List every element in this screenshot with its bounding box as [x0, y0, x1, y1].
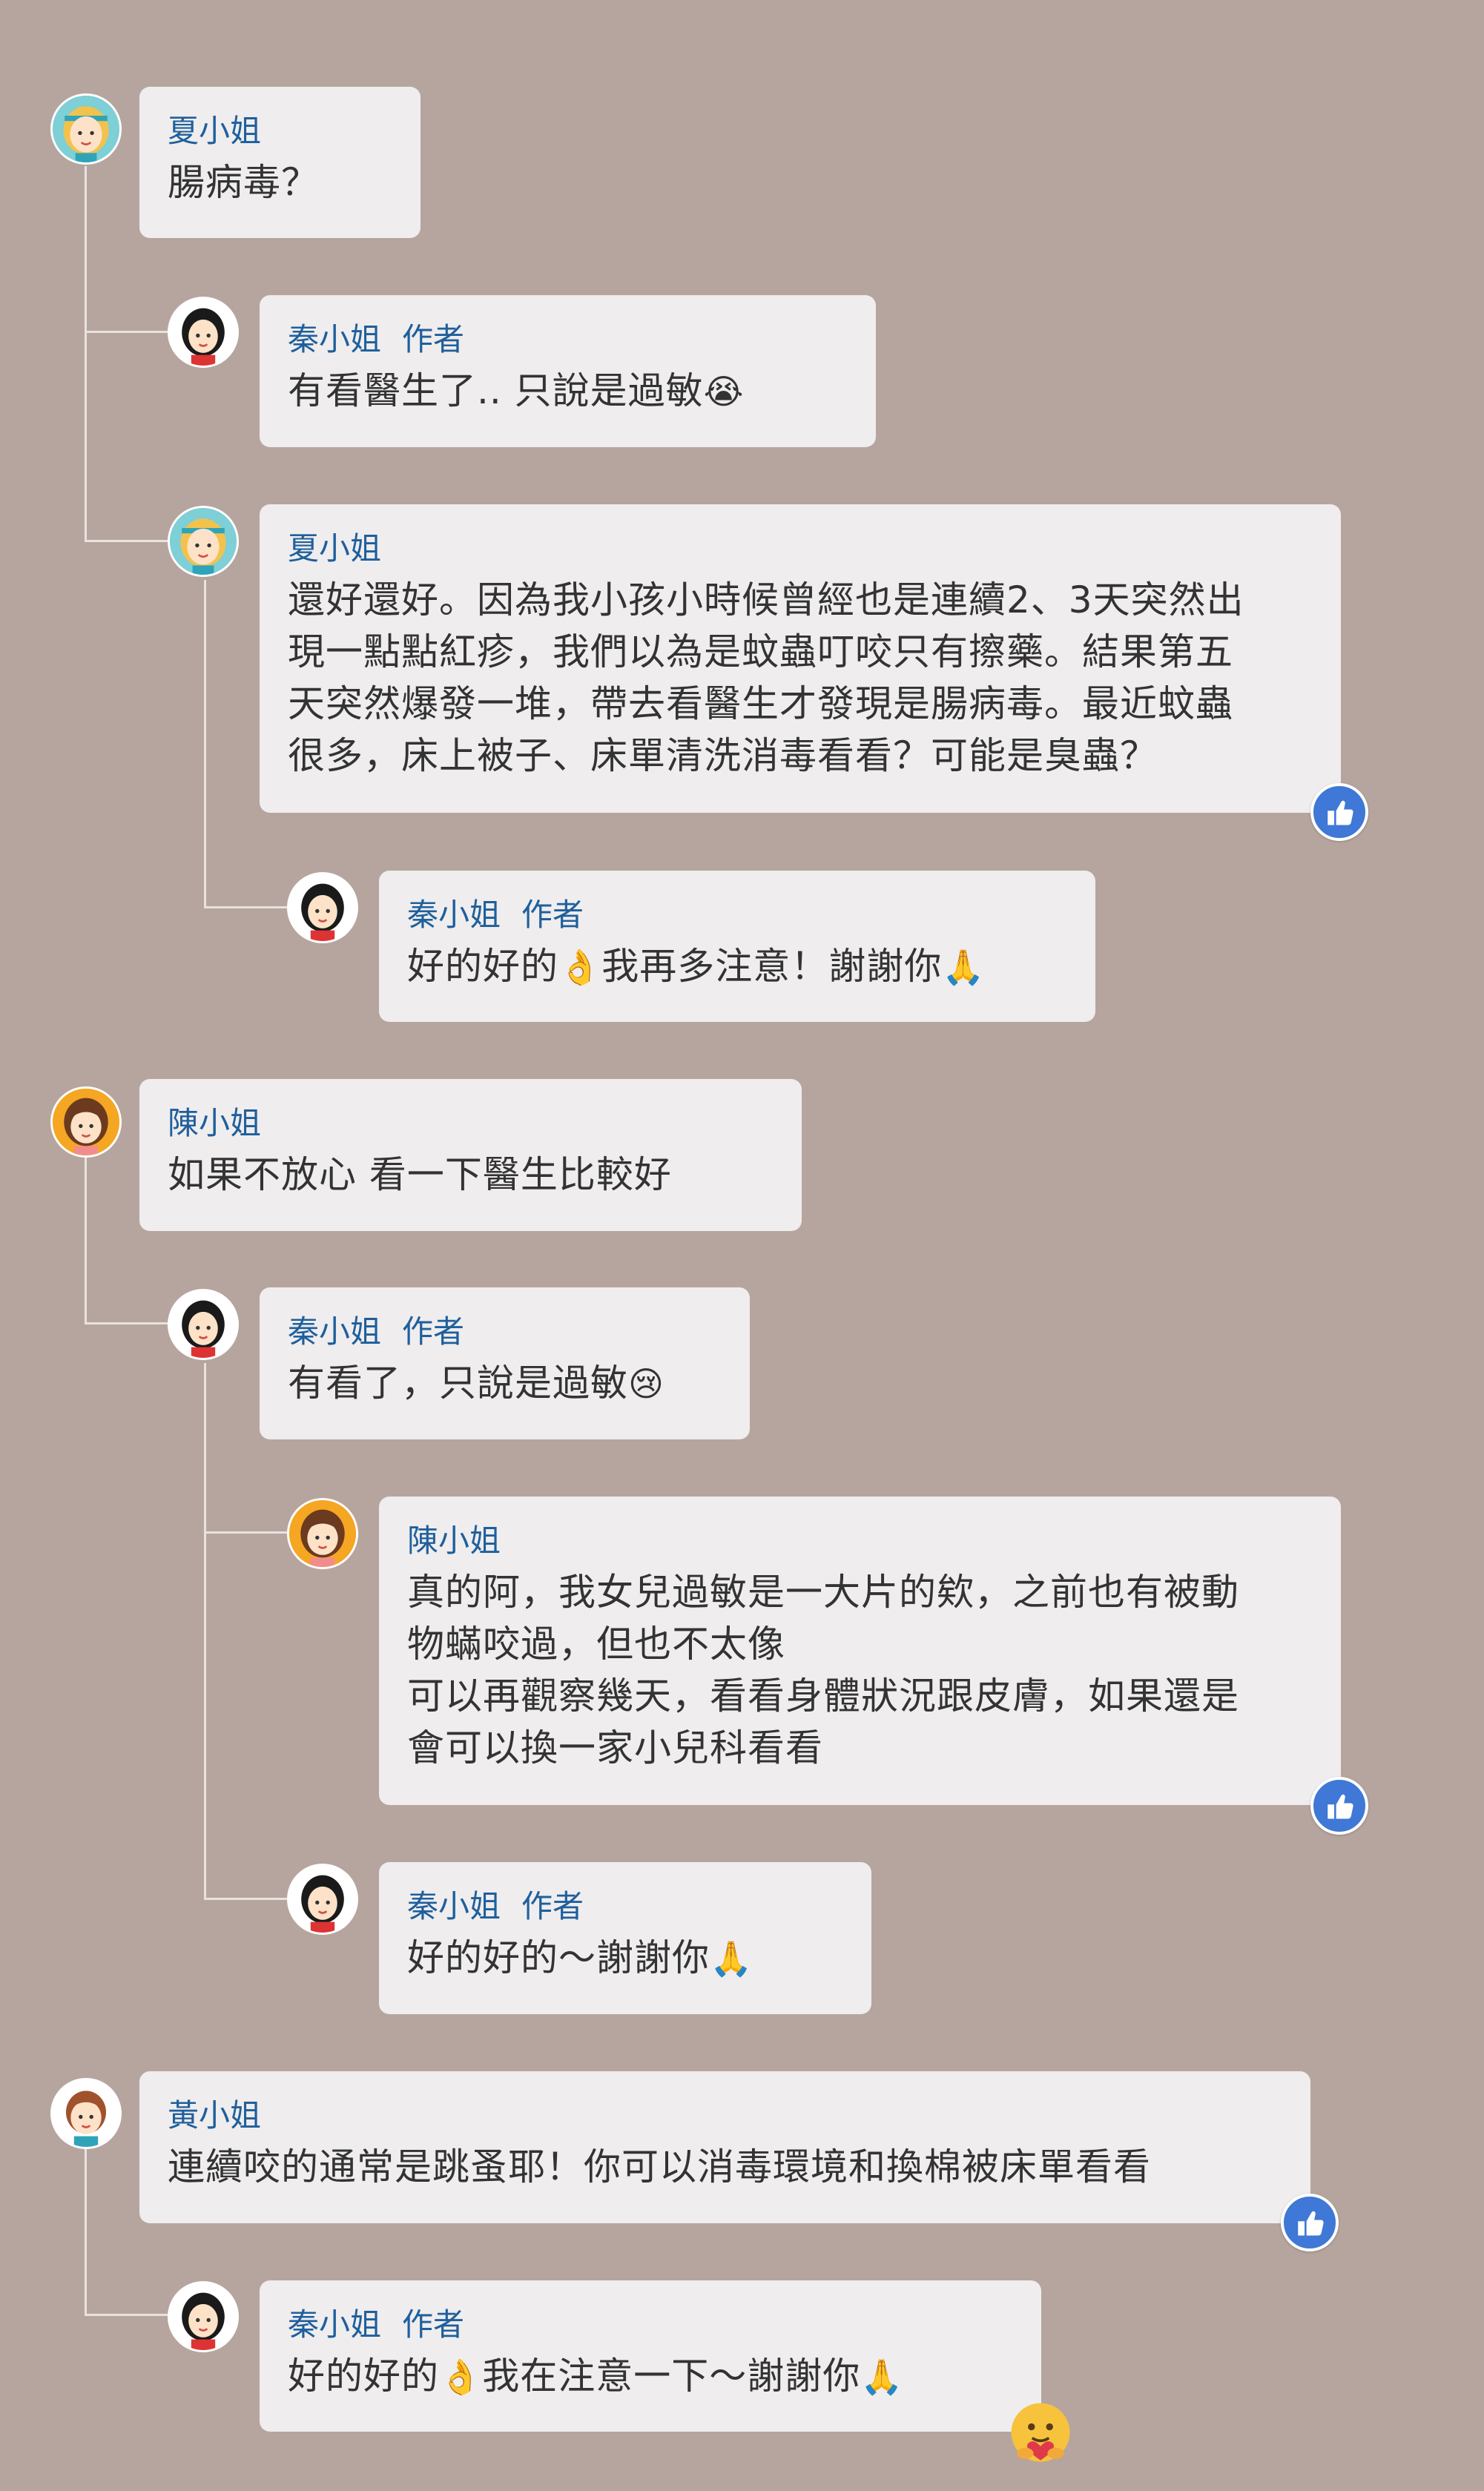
thread-line	[85, 331, 168, 333]
avatar-brown-orange[interactable]	[287, 1498, 358, 1569]
comment-text: 連續咬的通常是跳蚤耶！你可以消毒環境和換棉被床單看看	[168, 2145, 1151, 2188]
comment-text: 真的阿，我女兒過敏是一大片的欸，之前也有被動 物蟎咬過，但也不太像 可以再觀察幾…	[407, 1571, 1239, 1769]
thread-line	[204, 580, 206, 908]
crying-face-icon: 😢	[628, 1364, 664, 1404]
comment-author-name[interactable]: 黃小姐	[168, 2097, 261, 2134]
avatar-black-hair[interactable]	[287, 1864, 358, 1935]
thread-line	[85, 2149, 87, 2316]
like-reaction-icon[interactable]	[1310, 783, 1368, 841]
comment-author-name[interactable]: 陳小姐	[407, 1522, 501, 1559]
comment-text: 有看醫生了.. 只說是過敏	[288, 369, 704, 412]
comment-text: 好的好的～謝謝你	[407, 1936, 710, 1979]
folded-hands-icon: 🙏	[710, 1939, 753, 1979]
comment-bubble: 秦小姐 作者 有看了，只說是過敏😢	[260, 1287, 750, 1439]
comment-text: 還好還好。因為我小孩小時候曾經也是連續2、3天突然出 現一點點紅疹，我們以為是蚊…	[288, 578, 1244, 777]
loudly-crying-face-icon: 😭	[703, 372, 745, 412]
thread-line	[85, 1322, 168, 1324]
ok-hand-icon: 👌	[558, 947, 602, 987]
author-tag: 作者	[402, 321, 465, 357]
comment-text: 腸病毒？	[168, 161, 319, 204]
avatar-black-hair[interactable]	[287, 872, 358, 943]
like-reaction-icon[interactable]	[1310, 1777, 1368, 1835]
comment-text-continued: 我在注意一下～謝謝你	[482, 2355, 861, 2398]
comment-author-name[interactable]: 秦小姐	[407, 1888, 501, 1924]
comment-bubble: 黃小姐 連續咬的通常是跳蚤耶！你可以消毒環境和換棉被床單看看	[139, 2071, 1310, 2223]
author-tag: 作者	[521, 897, 584, 933]
comment-author-name[interactable]: 秦小姐	[288, 2306, 381, 2343]
comment-text: 好的好的	[288, 2355, 439, 2398]
comment-bubble: 秦小姐 作者 有看醫生了.. 只說是過敏😭	[260, 295, 876, 447]
comment-author-name[interactable]: 夏小姐	[168, 113, 261, 149]
author-tag: 作者	[402, 1313, 465, 1350]
folded-hands-icon: 🙏	[942, 947, 986, 987]
comment-bubble: 秦小姐 作者 好的好的～謝謝你🙏	[379, 1862, 871, 2014]
author-tag: 作者	[521, 1888, 584, 1924]
comment-author-name[interactable]: 陳小姐	[168, 1105, 261, 1141]
comment-text-continued: 我再多注意！謝謝你	[601, 945, 943, 988]
comment-bubble: 秦小姐 作者 好的好的👌我再多注意！謝謝你🙏	[379, 871, 1095, 1022]
comment-bubble: 夏小姐 腸病毒？	[139, 87, 421, 238]
thread-line	[204, 1898, 287, 1900]
avatar-black-hair[interactable]	[168, 297, 239, 368]
thread-line	[204, 1531, 287, 1534]
care-reaction-icon[interactable]	[1006, 2398, 1075, 2467]
comment-bubble: 陳小姐 如果不放心 看一下醫生比較好	[139, 1079, 802, 1231]
thread-line	[204, 1363, 206, 1900]
thread-line	[85, 2314, 168, 2316]
comment-text: 有看了，只說是過敏	[288, 1362, 628, 1405]
comment-author-name[interactable]: 夏小姐	[288, 530, 381, 567]
like-reaction-icon[interactable]	[1281, 2194, 1339, 2251]
author-tag: 作者	[402, 2306, 465, 2343]
thread-line	[204, 906, 287, 908]
comment-author-name[interactable]: 秦小姐	[288, 321, 381, 357]
ok-hand-icon: 👌	[439, 2357, 483, 2397]
avatar-blonde[interactable]	[50, 93, 122, 165]
comment-author-name[interactable]: 秦小姐	[288, 1313, 381, 1350]
avatar-black-hair[interactable]	[168, 1289, 239, 1360]
comment-bubble: 夏小姐 還好還好。因為我小孩小時候曾經也是連續2、3天突然出 現一點點紅疹，我們…	[260, 504, 1341, 813]
comment-author-name[interactable]: 秦小姐	[407, 897, 501, 933]
avatar-blonde[interactable]	[168, 506, 239, 577]
comment-text: 如果不放心 看一下醫生比較好	[168, 1153, 672, 1196]
avatar-brown-teal[interactable]	[50, 2078, 122, 2149]
comment-bubble: 陳小姐 真的阿，我女兒過敏是一大片的欸，之前也有被動 物蟎咬過，但也不太像 可以…	[379, 1497, 1341, 1805]
comment-bubble: 秦小姐 作者 好的好的👌我在注意一下～謝謝你🙏	[260, 2280, 1041, 2432]
avatar-black-hair[interactable]	[168, 2281, 239, 2352]
folded-hands-icon: 🙏	[860, 2357, 904, 2397]
thread-line	[85, 540, 168, 542]
thread-line	[85, 1157, 87, 1324]
avatar-brown-orange[interactable]	[50, 1086, 122, 1158]
thread-line	[85, 166, 87, 541]
comment-text: 好的好的	[407, 945, 558, 988]
